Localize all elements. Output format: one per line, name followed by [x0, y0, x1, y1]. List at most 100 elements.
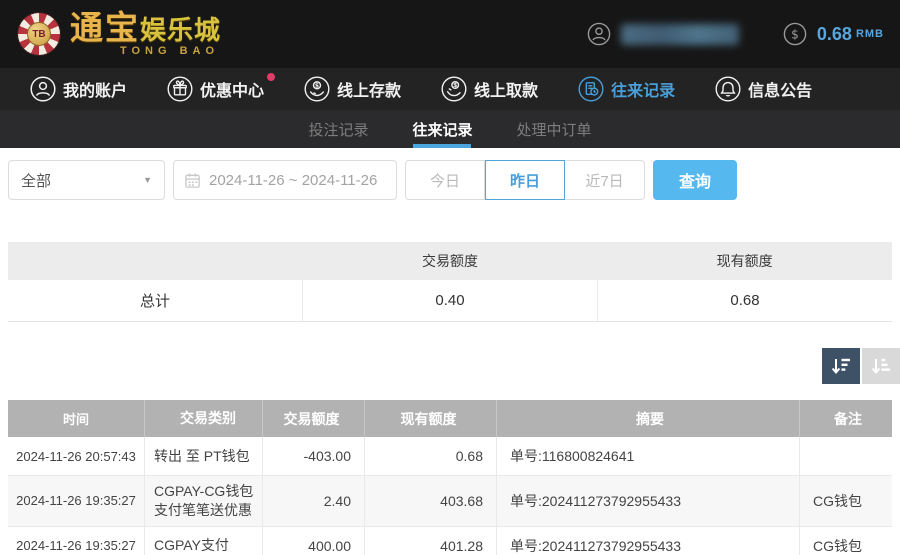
tab-transaction-records[interactable]: 往来记录 — [412, 110, 472, 148]
svg-text:$: $ — [453, 82, 457, 89]
active-tab-underline — [413, 144, 471, 148]
yesterday-button[interactable]: 昨日 — [485, 160, 565, 200]
nav-item-my-account[interactable]: 我的账户 — [30, 76, 127, 102]
brand-title: 通宝 娱乐城 TONG BAO — [70, 11, 221, 57]
gift-icon — [167, 76, 193, 102]
cell-balance: 0.68 — [365, 437, 497, 475]
nav-item-transaction-records[interactable]: 往来记录 — [578, 76, 675, 102]
user-icon — [587, 22, 611, 46]
notification-dot-icon — [267, 73, 275, 81]
nav-item-promotions[interactable]: 优惠中心 — [167, 76, 264, 102]
svg-text:$: $ — [791, 28, 799, 42]
nav-label: 线上取款 — [474, 77, 538, 101]
search-button[interactable]: 查询 — [653, 160, 737, 200]
table-header-row: 时间 交易类别 交易额度 现有额度 摘要 备注 — [8, 400, 892, 437]
cell-balance: 401.28 — [365, 527, 497, 555]
transaction-type-select[interactable]: 全部 ▼ — [8, 160, 165, 200]
hand-coin-icon: $ — [304, 76, 330, 102]
filter-bar: 全部 ▼ 2024-11-26 ~ 2024-11-26 今日 — [8, 160, 892, 200]
cell-type: 转出 至 PT钱包 — [145, 437, 263, 475]
header-type: 交易类别 — [145, 400, 263, 437]
summary-total-row: 总计 0.40 0.68 — [8, 280, 892, 322]
tab-betting-records[interactable]: 投注记录 — [308, 110, 368, 148]
cell-note: CG钱包 — [800, 527, 892, 555]
summary-table: 交易额度 现有额度 总计 0.40 0.68 — [8, 242, 892, 322]
cell-note: CG钱包 — [800, 476, 892, 526]
cell-summary: 单号:116800824641 — [497, 437, 800, 475]
last-7-days-button[interactable]: 近7日 — [565, 160, 645, 200]
nav-label: 信息公告 — [748, 77, 812, 101]
summary-header-empty — [8, 242, 303, 280]
svg-text:$: $ — [315, 83, 319, 90]
balance-currency: RMB — [856, 28, 884, 40]
summary-total-label: 总计 — [8, 280, 302, 321]
cell-summary: 单号:202411273792955433 — [497, 527, 800, 555]
summary-header-balance: 现有额度 — [597, 242, 892, 280]
transactions-table: 时间 交易类别 交易额度 现有额度 摘要 备注 2024-11-26 20:57… — [8, 400, 892, 555]
tab-label: 往来记录 — [412, 119, 472, 140]
nav-item-announcements[interactable]: 信息公告 — [715, 76, 812, 102]
user-circle-icon — [30, 76, 56, 102]
bell-icon — [715, 76, 741, 102]
sort-ascending-icon — [870, 355, 892, 377]
today-button[interactable]: 今日 — [405, 160, 485, 200]
main-navigation: 我的账户 优惠中心 $ — [0, 68, 900, 110]
chip-label: TB — [32, 29, 45, 40]
record-book-icon — [578, 76, 604, 102]
nav-item-online-deposit[interactable]: $ 线上存款 — [304, 76, 401, 102]
quick-range-group: 今日 昨日 近7日 — [405, 160, 645, 200]
button-label: 近7日 — [585, 170, 623, 191]
top-header: TB 通宝 娱乐城 TONG BAO $ — [0, 0, 900, 68]
tab-processing-orders[interactable]: 处理中订单 — [517, 110, 592, 148]
summary-current-balance: 0.68 — [597, 280, 892, 321]
cell-time: 2024-11-26 20:57:43 — [8, 437, 145, 475]
date-range-input[interactable]: 2024-11-26 ~ 2024-11-26 — [173, 160, 397, 200]
header-amount: 交易额度 — [263, 400, 365, 437]
brand-logo[interactable]: TB 通宝 娱乐城 TONG BAO — [18, 11, 221, 57]
cell-amount: -403.00 — [263, 437, 365, 475]
nav-label: 往来记录 — [611, 77, 675, 101]
brand-title-sub: 娱乐城 — [140, 17, 221, 43]
cell-type: CGPAY支付 — [145, 527, 263, 555]
cell-amount: 400.00 — [263, 527, 365, 555]
header-balance: 现有额度 — [365, 400, 497, 437]
cell-type: CGPAY-CG钱包支付笔笔送优惠 — [145, 476, 263, 526]
sort-descending-icon — [830, 355, 852, 377]
nav-item-online-withdrawal[interactable]: $ 线上取款 — [441, 76, 538, 102]
hand-money-icon: $ — [441, 76, 467, 102]
brand-title-main: 通宝 — [70, 11, 140, 44]
balance-amount: 0.68 — [817, 24, 852, 45]
sub-tab-bar: 投注记录 往来记录 处理中订单 — [0, 110, 900, 148]
cell-summary: 单号:202411273792955433 — [497, 476, 800, 526]
sort-descending-button[interactable] — [822, 348, 860, 384]
button-label: 昨日 — [510, 170, 540, 191]
summary-header-row: 交易额度 现有额度 — [8, 242, 892, 280]
nav-label: 优惠中心 — [200, 77, 264, 101]
table-row: 2024-11-26 20:57:43 转出 至 PT钱包 -403.00 0.… — [8, 437, 892, 476]
header-note: 备注 — [800, 400, 892, 437]
table-row: 2024-11-26 19:35:27 CGPAY支付 400.00 401.2… — [8, 527, 892, 555]
summary-transaction-total: 0.40 — [302, 280, 597, 321]
sort-ascending-button[interactable] — [862, 348, 900, 384]
tab-label: 投注记录 — [308, 119, 368, 140]
cell-time: 2024-11-26 19:35:27 — [8, 476, 145, 526]
tab-label: 处理中订单 — [517, 119, 592, 140]
account-summary: $ 0.68 RMB — [587, 22, 884, 46]
username-redacted[interactable] — [621, 24, 739, 45]
brand-subtitle: TONG BAO — [120, 46, 219, 57]
calendar-icon — [184, 172, 201, 189]
cell-amount: 2.40 — [263, 476, 365, 526]
dropdown-arrow-icon: ▼ — [143, 175, 152, 185]
select-value: 全部 — [21, 170, 51, 191]
cell-note — [800, 437, 892, 475]
poker-chip-icon: TB — [18, 13, 60, 55]
date-range-value: 2024-11-26 ~ 2024-11-26 — [209, 172, 377, 189]
nav-label: 我的账户 — [63, 77, 127, 101]
summary-header-transaction: 交易额度 — [303, 242, 598, 280]
button-label: 今日 — [430, 170, 460, 191]
dollar-icon: $ — [783, 22, 807, 46]
table-row: 2024-11-26 19:35:27 CGPAY-CG钱包支付笔笔送优惠 2.… — [8, 476, 892, 527]
cell-time: 2024-11-26 19:35:27 — [8, 527, 145, 555]
sort-controls — [0, 348, 900, 384]
header-summary: 摘要 — [497, 400, 800, 437]
